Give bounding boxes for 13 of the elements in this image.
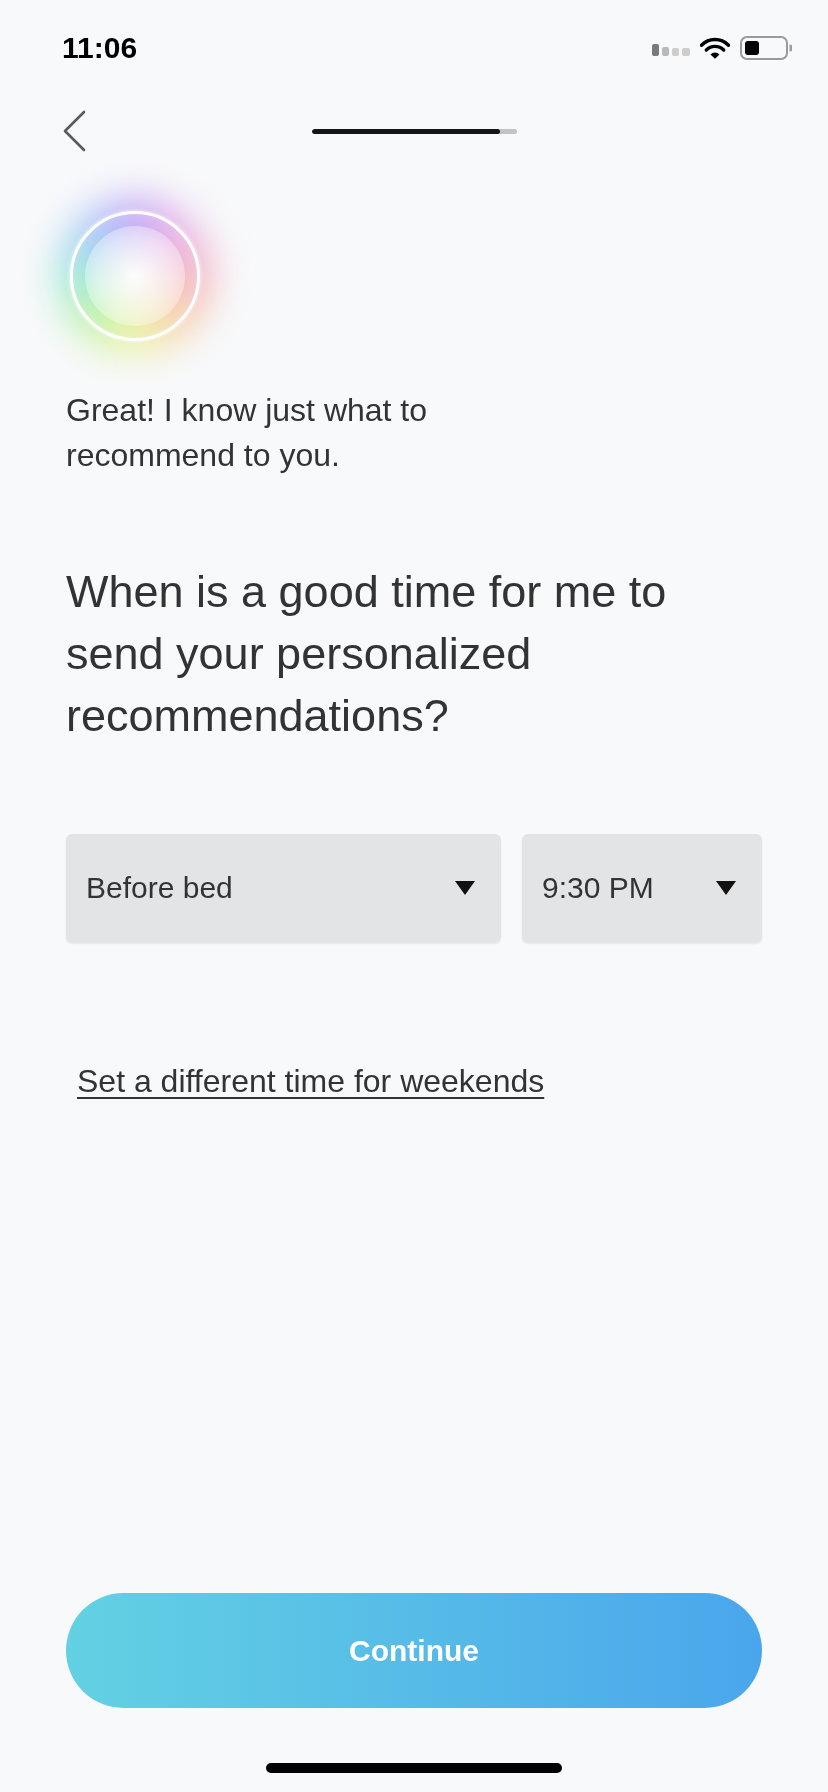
assistant-message: Great! I know just what to recommend to you. <box>66 391 429 475</box>
dropdown-select[interactable]: 9:30 PM <box>522 834 762 942</box>
chevron-left-icon <box>62 110 86 152</box>
battery-icon <box>740 36 792 60</box>
weekend-time-link[interactable]: Set a different time for weekends <box>77 1061 545 1101</box>
status-time: 11:06 <box>62 30 138 66</box>
question-heading: When is a good time for me to send your personalized recommendations? <box>66 565 668 743</box>
caret-icon <box>716 881 736 895</box>
wifi-icon <box>700 37 730 59</box>
signal-icon <box>652 44 690 56</box>
caret-icon <box>455 881 475 895</box>
back-button[interactable] <box>62 110 86 152</box>
dropdown-select[interactable]: Before bed <box>66 834 501 942</box>
